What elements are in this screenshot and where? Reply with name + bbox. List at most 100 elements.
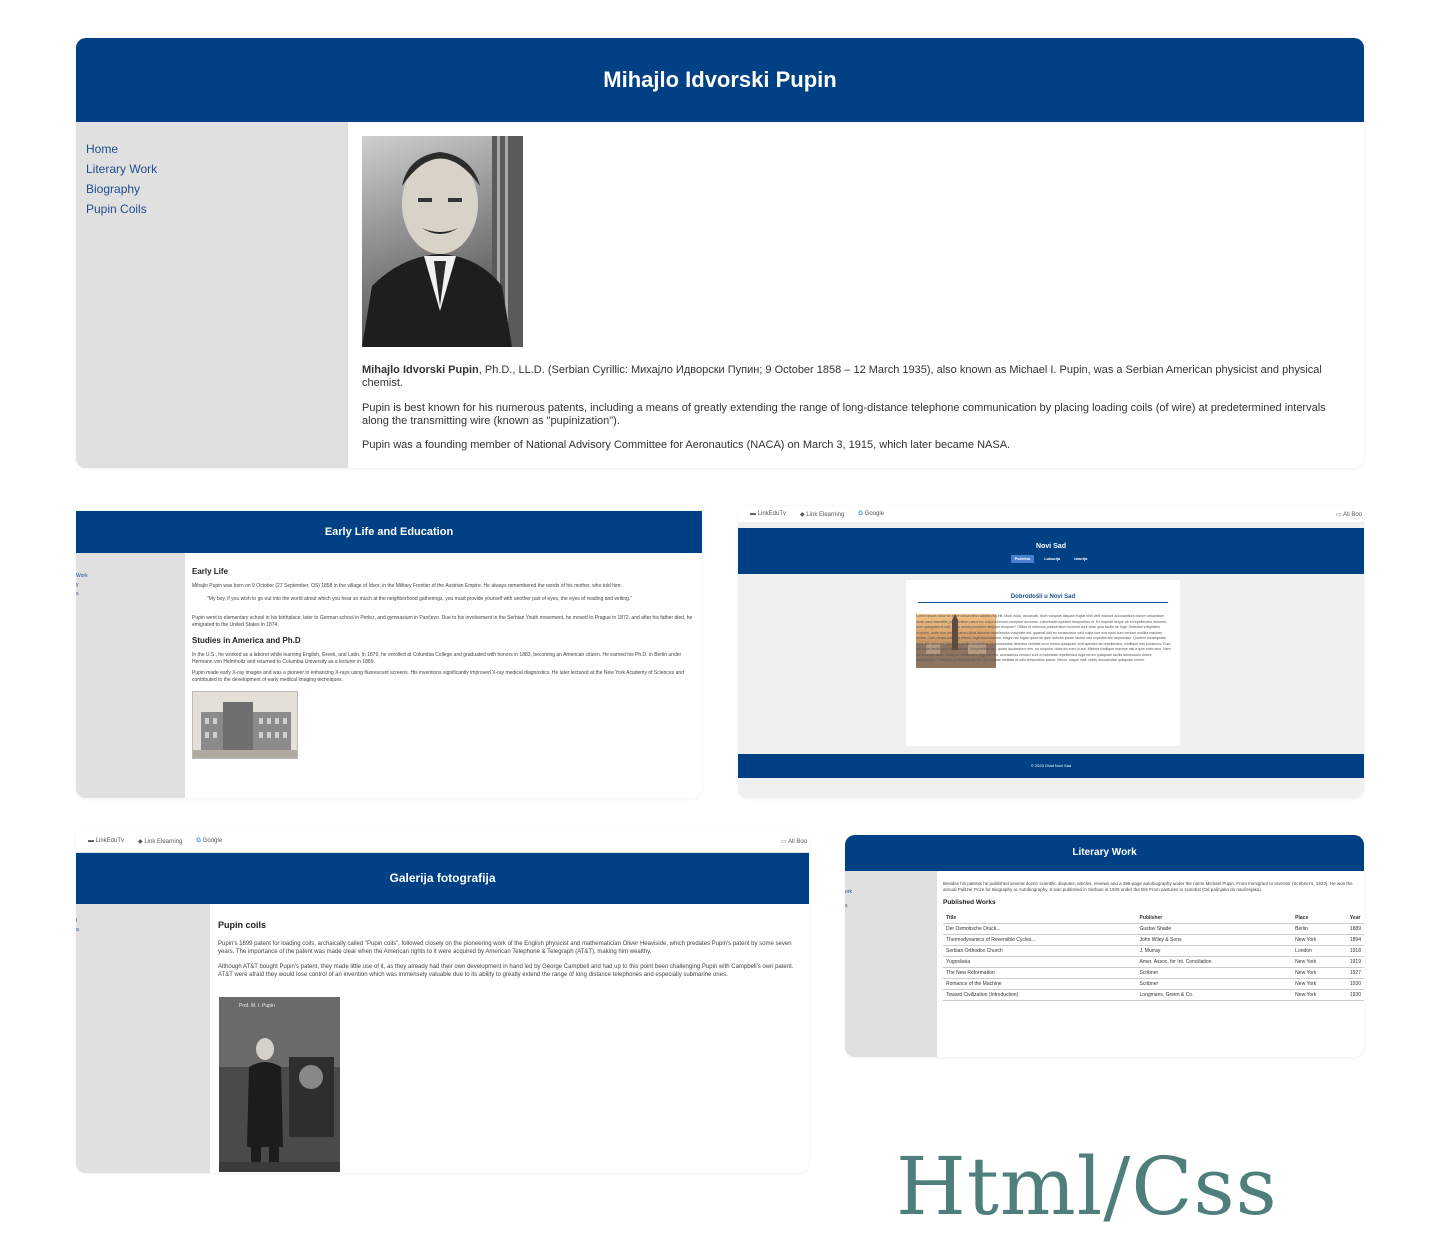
pupin-coils-p2: Although AT&T bought Pupin's patent, the… xyxy=(218,964,794,978)
novi-sad-title: Novi Sad xyxy=(1036,543,1066,550)
patents-paragraph: Pupin is best known for his numerous pat… xyxy=(362,402,1326,427)
column-header: Place xyxy=(1292,913,1347,924)
tab-istorija[interactable]: Istorija xyxy=(1070,555,1091,563)
novi-sad-footer: © 2023 Grad Novi Sad xyxy=(738,754,1364,778)
elearning-icon: ◆ xyxy=(800,511,805,518)
bookmark-linkedutv[interactable]: ▬ LinkEduTv xyxy=(750,511,786,517)
early-life-title: Early Life and Education xyxy=(324,526,454,538)
bookmark-link-elearning[interactable]: ◆ Link Elearning xyxy=(800,511,844,518)
novi-sad-header: Novi Sad Početna Lokacija Istorija xyxy=(738,528,1364,574)
literary-header: Literary Work xyxy=(845,835,1364,871)
main-header: Mihajlo Idvorski Pupin xyxy=(76,38,1364,122)
table-cell: 1918 xyxy=(1346,945,1364,957)
main-page-panel: Mihajlo Idvorski Pupin Home Literary Wor… xyxy=(76,38,1364,468)
tab-pocetna[interactable]: Početna xyxy=(1010,555,1035,563)
bookmark-google[interactable]: G Google xyxy=(858,511,884,517)
nav-literary-work-link[interactable]: Literary Work xyxy=(86,162,348,176)
gallery-header: Galerija fotografija xyxy=(76,853,809,904)
tv-icon: ▬ xyxy=(88,838,94,844)
nav-pupin-coils-link[interactable]: Pupin Coils xyxy=(86,202,348,216)
early-life-header: Early Life and Education xyxy=(76,511,702,553)
studies-heading: Studies in America and Ph.D xyxy=(192,636,301,645)
published-works-table: Title Publisher Place Year Der Osmotisch… xyxy=(943,913,1364,1001)
bookmark-link-elearning[interactable]: ◆ Link Elearning xyxy=(138,838,182,845)
gallery-sidebar: l a xyxy=(76,904,210,1173)
early-life-p1: Mihajlo Pupin was born on 9 October (27 … xyxy=(192,583,622,589)
tv-icon: ▬ xyxy=(750,511,756,517)
table-cell: 1930 xyxy=(1346,978,1364,990)
table-cell: New York xyxy=(1292,934,1347,946)
literary-title: Literary Work xyxy=(1072,847,1137,858)
pupin-lab-photo: Prof. M. I. Pupin xyxy=(219,997,340,1172)
sidebar-fragment: y xyxy=(76,582,79,588)
table-cell: Yugoslavia xyxy=(943,956,1137,968)
table-cell: Serbian Orthodox Church xyxy=(943,945,1137,957)
table-cell: Toward Civilization (Introduction) xyxy=(943,989,1137,1001)
early-life-quote: "My boy, if you wish to go out into the … xyxy=(207,596,633,602)
column-header: Year xyxy=(1346,913,1364,924)
early-life-panel: Early Life and Education Work y s Early … xyxy=(76,511,702,798)
folder-icon: ▭ xyxy=(1335,511,1342,518)
elearning-icon: ◆ xyxy=(138,838,143,845)
table-cell: Romance of the Machine xyxy=(943,978,1137,990)
table-cell: 1894 xyxy=(1346,934,1364,946)
novi-sad-card: Dobrodošli u Novi Sad Lorem ipsum dolor … xyxy=(906,580,1180,746)
gallery-title: Galerija fotografija xyxy=(389,871,496,885)
table-cell: Longmans, Green & Co. xyxy=(1136,989,1293,1001)
footer-copyright: © 2023 Grad Novi Sad xyxy=(1030,763,1072,768)
literary-sidebar: ork s xyxy=(845,871,937,1057)
early-life-heading: Early Life xyxy=(192,567,229,576)
table-cell: Gustav Shade xyxy=(1136,923,1293,935)
bookmark-google[interactable]: G Google xyxy=(196,838,222,844)
early-life-p2: Pupin went to elementary school in his b… xyxy=(192,615,693,628)
sidebar-fragment: s xyxy=(845,903,848,909)
table-cell: 1889 xyxy=(1346,923,1364,935)
nav-biography-link[interactable]: Biography xyxy=(86,182,348,196)
published-works-heading: Published Works xyxy=(943,899,996,906)
intro-name: Mihajlo Idvorski Pupin xyxy=(362,364,479,376)
table-cell: John Wiley & Sons xyxy=(1136,934,1293,946)
literary-work-panel: Literary Work ork s Besides his patents … xyxy=(845,835,1364,1057)
table-row: Toward Civilization (Introduction) Longma… xyxy=(943,989,1364,1001)
main-sidebar: Home Literary Work Biography Pupin Coils xyxy=(76,122,348,468)
table-row: Der Osmotische Druck... Gustav Shade Berli… xyxy=(943,923,1364,935)
sidebar-fragment: s xyxy=(76,591,79,597)
column-header: Title xyxy=(943,913,1137,924)
bookmark-linkedutv[interactable]: ▬ LinkEduTv xyxy=(88,838,124,844)
heading-underline xyxy=(918,602,1168,603)
early-life-content: Early Life Mihajlo Pupin was born on 9 O… xyxy=(185,553,702,798)
table-cell: London xyxy=(1292,945,1347,957)
table-cell: Scribner xyxy=(1136,967,1293,979)
novi-sad-lorem: Lorem ipsum dolor sit amet consectetur a… xyxy=(916,614,1171,662)
nav-home-link[interactable]: Home xyxy=(86,142,348,156)
table-cell: 1930 xyxy=(1346,989,1364,1001)
all-bookmarks[interactable]: ▭ All Boo xyxy=(781,838,809,845)
early-life-sidebar: Work y s xyxy=(76,553,185,798)
literary-intro: Besides his patents he published several… xyxy=(943,881,1353,892)
table-header-row: Title Publisher Place Year xyxy=(943,913,1364,924)
literary-content: Besides his patents he published several… xyxy=(937,871,1364,1057)
gallery-panel: ▬ LinkEduTv ◆ Link Elearning G Google ▭ … xyxy=(76,830,809,1173)
table-cell: New York xyxy=(1292,956,1347,968)
google-icon: G xyxy=(858,511,864,517)
google-icon: G xyxy=(196,838,202,844)
novi-sad-nav: Početna Lokacija Istorija xyxy=(738,555,1364,563)
column-header: Publisher xyxy=(1136,913,1293,924)
table-row: Serbian Orthodox Church J. Murray London 19… xyxy=(943,945,1364,957)
table-row: Thermodynamics of Reversible Cycles... Jo… xyxy=(943,934,1364,946)
table-cell: Thermodynamics of Reversible Cycles... xyxy=(943,934,1137,946)
novi-sad-panel: ▬ LinkEduTv ◆ Link Elearning G Google ▭ … xyxy=(738,506,1364,798)
table-cell: Scribner xyxy=(1136,978,1293,990)
sidebar-fragment: Work xyxy=(76,573,88,579)
studies-p2: Pupin made early X-ray images and was a … xyxy=(192,670,684,683)
sidebar-fragment: l xyxy=(76,918,78,924)
html-css-caption: Html/Css xyxy=(896,1140,1278,1233)
table-row: The New Reformation Scribner New York 1927 xyxy=(943,967,1364,979)
table-cell: J. Murray xyxy=(1136,945,1293,957)
all-bookmarks[interactable]: ▭ All Boo xyxy=(1336,511,1364,518)
table-row: Romance of the Machine Scribner New York 19… xyxy=(943,978,1364,990)
table-cell: New York xyxy=(1292,989,1347,1001)
table-cell: Berlin xyxy=(1292,923,1347,935)
studies-p1: In the U.S., he worked as a laborer whil… xyxy=(192,652,682,665)
tab-lokacija[interactable]: Lokacija xyxy=(1040,555,1064,563)
